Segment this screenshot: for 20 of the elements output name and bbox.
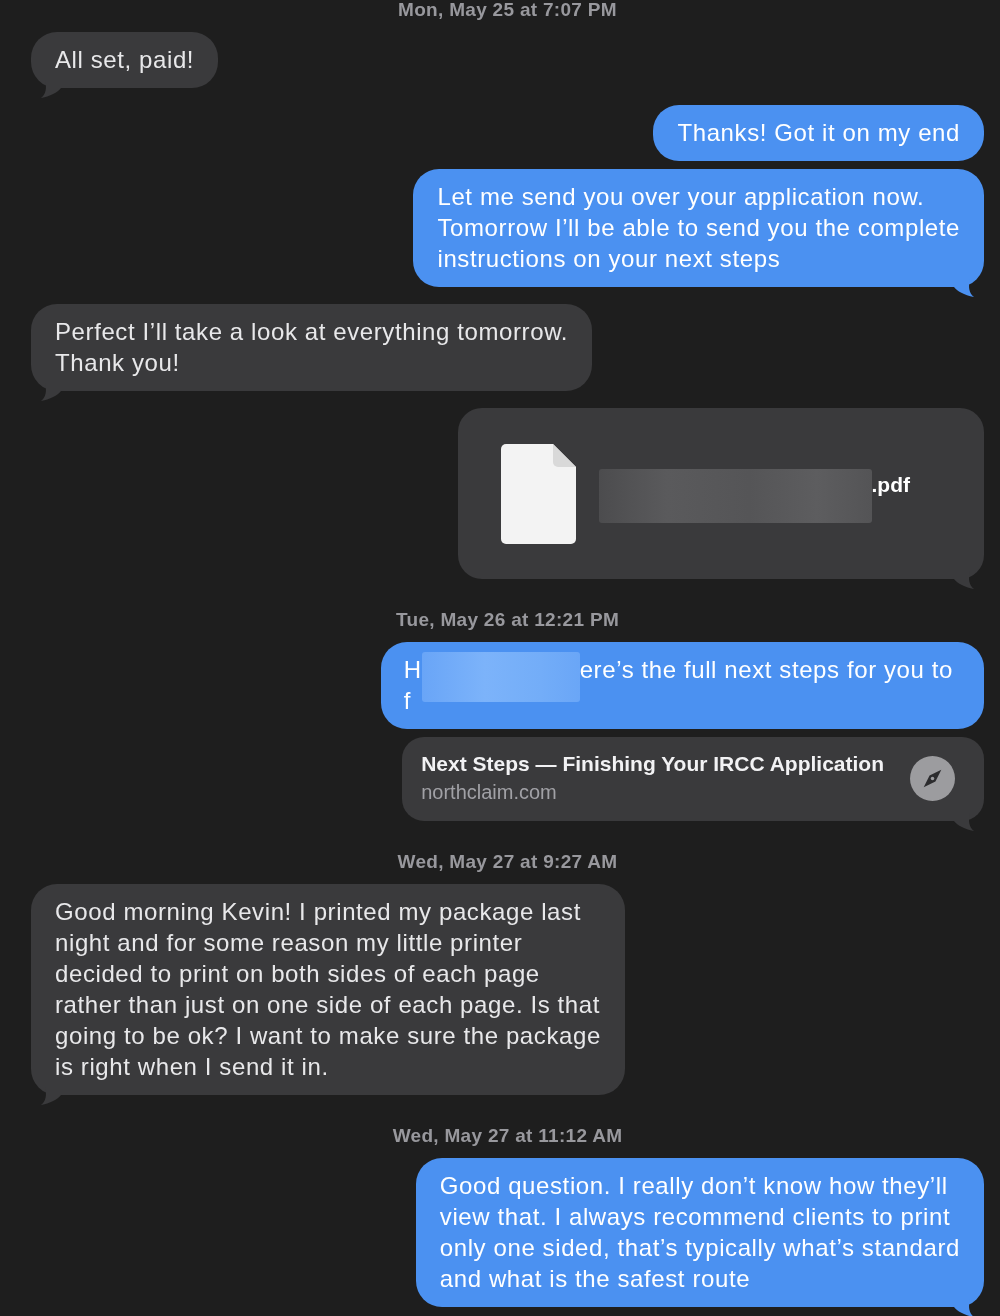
- timestamp: Mon, May 25 at 7:07 PM: [398, 0, 617, 19]
- compass-icon: [910, 755, 955, 801]
- link-domain: northclaim.com: [421, 780, 558, 805]
- link-preview[interactable]: Next Steps — Finishing Your IRCC Application northclaim.com: [402, 737, 984, 821]
- message-text: ere’s the full next steps for you to: [579, 656, 953, 683]
- timestamp: Wed, May 27 at 9:27 AM: [397, 852, 618, 871]
- link-title: Next Steps — Finishing Your IRCC Application: [421, 751, 884, 777]
- outgoing-message: Thanks! Got it on my end: [653, 105, 984, 161]
- message-text: H: [403, 656, 422, 683]
- timestamp: Tue, May 26 at 12:21 PM: [396, 610, 619, 629]
- timestamp: Wed, May 27 at 11:12 AM: [392, 1126, 623, 1145]
- incoming-message: Perfect I’ll take a look at everything tomorrow. Thank you!: [31, 304, 593, 391]
- document-icon: [500, 444, 576, 544]
- message-text: f: [403, 687, 411, 714]
- incoming-message: All set, paid!: [31, 32, 219, 88]
- file-attachment[interactable]: .pdf: [457, 408, 984, 579]
- outgoing-message: Good question. I really don’t know how they’ll view that. I always recommend clients to print only one sided, that’s typically what’s standard and what is the safest route: [415, 1158, 984, 1307]
- incoming-message: Good morning Kevin! I printed my package last night and for some reason my little printer decided to print on both sides of each page rather than just on one side of each page. Is that going to be ok? I want to make sure the package is right when I send it in.: [31, 884, 625, 1095]
- file-name: .pdf: [871, 472, 910, 498]
- outgoing-message: Let me send you over your application now. Tomorrow I’ll be able to send you the complete instructions on your next steps: [413, 169, 984, 287]
